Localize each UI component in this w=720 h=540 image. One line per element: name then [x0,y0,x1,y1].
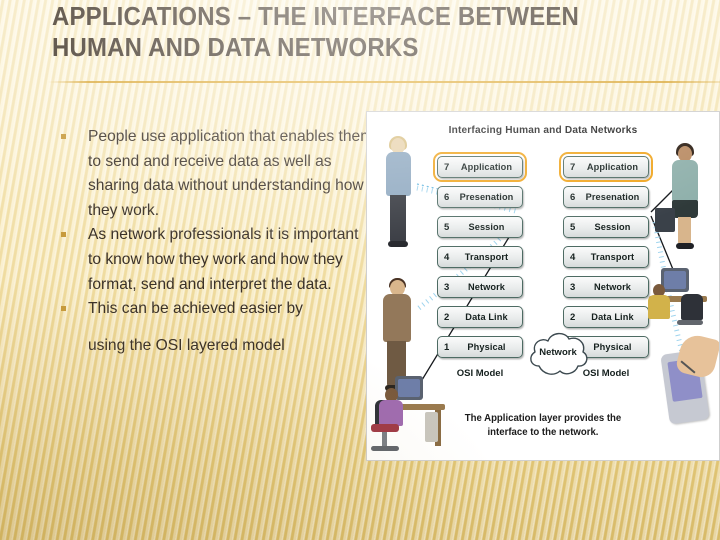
body-content: People use application that enables them… [55,125,375,358]
layer-number: 6 [570,191,576,203]
osi-layer-7-right[interactable]: 7 Application [559,152,653,182]
osi-layer-5-left[interactable]: 5 Session [437,216,523,238]
osi-layer-3-right[interactable]: 3 Network [563,276,649,298]
layer-name: Data Link [465,311,508,323]
desktop-computer-workstation-icon [647,262,713,334]
layer-name: Data Link [591,311,634,323]
osi-stack-left: 7 Application 6 Presenation 5 Session 4 … [433,152,527,366]
layer-number: 5 [444,221,450,233]
list-item: This can be achieved easier by [55,297,375,322]
bullet-text: People use application that enables them… [88,128,374,219]
layer-number: 1 [444,341,450,353]
layer-name: Application [460,161,513,173]
layer-name: Presenation [585,191,640,203]
osi-model-label-left: OSI Model [456,368,504,379]
layer-name: Transport [464,251,509,263]
osi-layer-3-left[interactable]: 3 Network [437,276,523,298]
osi-layer-1-left[interactable]: 1 Physical [437,336,523,358]
osi-layer-2-right[interactable]: 2 Data Link [563,306,649,328]
layer-name: Presenation [459,191,514,203]
title-block: Applications – The Interface Between Hum… [52,2,672,64]
osi-layer-4-left[interactable]: 4 Transport [437,246,523,268]
list-item: People use application that enables them… [55,125,375,223]
person-woman-briefcase-icon [655,143,705,250]
layer-name: Application [586,161,639,173]
network-cloud-icon: Network [525,326,591,382]
title-divider [48,81,720,83]
osi-diagram-image: Interfacing Human and Data Networks 7 Ap… [366,111,720,461]
slide: Applications – The Interface Between Hum… [0,0,720,540]
layer-number: 6 [444,191,450,203]
layer-number: 2 [444,311,450,323]
page-title: Applications – The Interface Between Hum… [52,3,580,62]
osi-layer-7-left[interactable]: 7 Application [433,152,527,182]
layer-number: 2 [570,311,576,323]
osi-layer-2-left[interactable]: 2 Data Link [437,306,523,328]
bullet-text: As network professionals it is important… [88,226,359,293]
layer-number: 4 [570,251,576,263]
osi-layer-5-right[interactable]: 5 Session [563,216,649,238]
layer-number: 5 [570,221,576,233]
layer-name: Physical [467,341,506,353]
layer-name: Network [593,281,632,293]
layer-name: Session [468,221,505,233]
layer-number: 7 [444,161,450,173]
layer-name: Network [467,281,506,293]
diagram-canvas: Interfacing Human and Data Networks 7 Ap… [367,112,719,460]
bullet-text: This can be achieved easier by [88,300,303,318]
layer-number: 7 [570,161,576,173]
bullet-continuation-text: using the OSI layered model [88,336,285,354]
cloud-label: Network [539,347,577,358]
layer-name: Session [594,221,631,233]
layer-number: 3 [570,281,576,293]
layer-number: 3 [444,281,450,293]
osi-layer-6-left[interactable]: 6 Presenation [437,186,523,208]
layer-number: 4 [444,251,450,263]
layer-name: Physical [593,341,632,353]
osi-layer-4-right[interactable]: 4 Transport [563,246,649,268]
bullet-square-icon [61,232,66,238]
bullet-square-icon [61,134,66,139]
osi-layer-6-right[interactable]: 6 Presenation [563,186,649,208]
desktop-computer-user-icon [369,364,447,456]
list-item: As network professionals it is important… [55,223,375,297]
person-woman-mobile-icon [379,136,417,250]
layer-name: Transport [590,251,635,263]
bullet-square-icon [61,306,66,312]
pda-handheld-device-icon [660,331,719,426]
